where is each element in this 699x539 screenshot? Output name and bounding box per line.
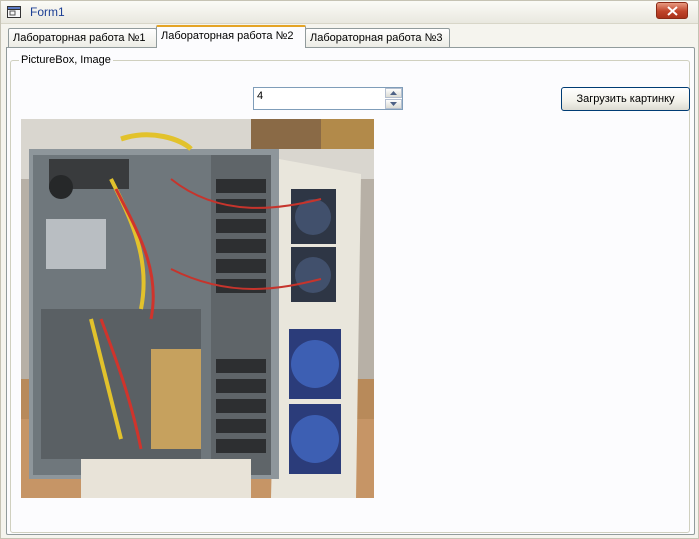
form1-window: Form1 Лабораторная работа №1 Лабораторна… <box>0 0 699 539</box>
tab-page: PictureBox, Image 4 Загрузить картинку <box>6 47 695 535</box>
tab-lab3[interactable]: Лабораторная работа №3 <box>305 28 450 48</box>
tab-lab1-label: Лабораторная работа №1 <box>13 32 146 44</box>
picture-box <box>21 119 374 498</box>
image-index-stepper[interactable]: 4 <box>253 87 403 110</box>
groupbox-title: PictureBox, Image <box>19 54 113 66</box>
window-app-icon[interactable] <box>7 6 21 18</box>
load-picture-button[interactable]: Загрузить картинку <box>561 87 690 111</box>
arrow-up-icon <box>390 91 397 95</box>
close-icon <box>667 6 678 16</box>
title-bar[interactable]: Form1 <box>1 1 698 24</box>
picturebox-groupbox: PictureBox, Image 4 Загрузить картинку <box>10 54 690 533</box>
tab-lab3-label: Лабораторная работа №3 <box>310 32 443 44</box>
close-button[interactable] <box>656 2 688 19</box>
spin-down-button[interactable] <box>385 99 402 109</box>
arrow-down-icon <box>390 102 397 106</box>
spin-up-button[interactable] <box>385 88 402 98</box>
tab-lab2-label: Лабораторная работа №2 <box>161 30 294 42</box>
tab-lab1[interactable]: Лабораторная работа №1 <box>8 28 157 48</box>
window-title: Form1 <box>30 5 65 19</box>
computer-case-photo <box>21 119 374 498</box>
tab-lab2[interactable]: Лабораторная работа №2 <box>156 25 306 48</box>
image-index-value[interactable]: 4 <box>257 90 263 102</box>
